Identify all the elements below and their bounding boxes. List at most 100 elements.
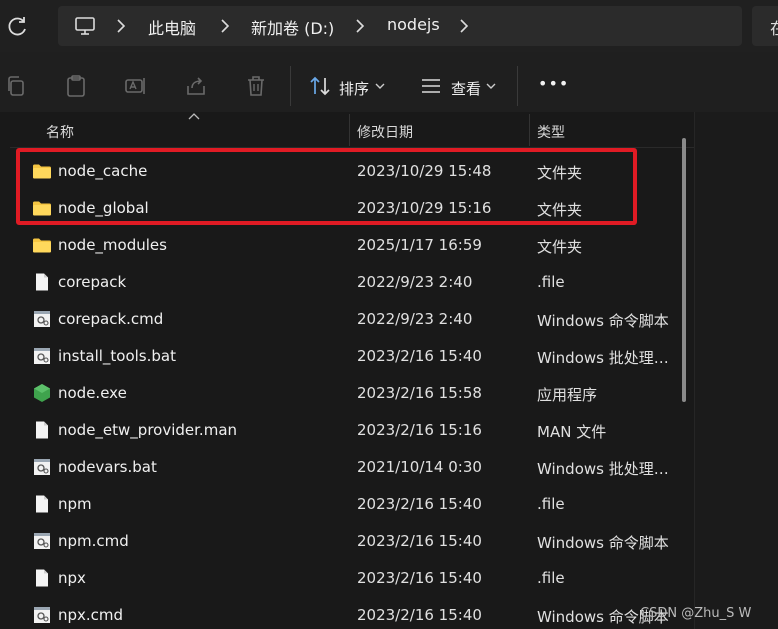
share-icon[interactable] bbox=[184, 74, 208, 98]
column-header-type[interactable]: 类型 bbox=[537, 122, 565, 142]
watermark: CSDN @Zhu_S W bbox=[640, 606, 752, 621]
file-name: nodevars.bat bbox=[58, 458, 157, 476]
command-toolbar: 排序 查看 ••• bbox=[0, 52, 778, 112]
chevron-down-icon[interactable] bbox=[375, 82, 385, 90]
paste-icon[interactable] bbox=[64, 74, 88, 98]
file-row[interactable]: node_etw_provider.man 2023/2/16 15:16 MAN … bbox=[10, 412, 694, 449]
file-row[interactable]: npx.cmd 2023/2/16 15:40 Windows 命令脚本 bbox=[10, 597, 694, 629]
file-modified-date: 2023/10/29 15:16 bbox=[357, 199, 492, 217]
toolbar-divider bbox=[290, 66, 291, 106]
file-type: 文件夹 bbox=[537, 164, 583, 182]
file-type: MAN 文件 bbox=[537, 423, 607, 441]
scrollbar-thumb[interactable] bbox=[682, 138, 686, 402]
file-modified-date: 2023/2/16 15:16 bbox=[357, 421, 482, 439]
file-name: node_global bbox=[58, 199, 149, 217]
file-modified-date: 2023/2/16 15:40 bbox=[357, 606, 482, 624]
file-name: npx bbox=[58, 569, 86, 587]
chevron-right-icon[interactable] bbox=[459, 19, 469, 33]
file-name: corepack.cmd bbox=[58, 310, 164, 328]
column-header-date[interactable]: 修改日期 bbox=[357, 122, 413, 142]
file-modified-date: 2023/2/16 15:40 bbox=[357, 532, 482, 550]
sort-button[interactable]: 排序 bbox=[339, 78, 369, 99]
vertical-scrollbar[interactable] bbox=[680, 138, 688, 622]
file-row[interactable]: node_modules 2025/1/17 16:59 文件夹 bbox=[10, 227, 694, 264]
file-modified-date: 2023/2/16 15:40 bbox=[357, 347, 482, 365]
more-options-button[interactable]: ••• bbox=[538, 74, 569, 93]
file-type: .file bbox=[537, 569, 565, 587]
sort-icon[interactable] bbox=[308, 74, 332, 98]
chevron-down-icon[interactable] bbox=[486, 82, 496, 90]
file-modified-date: 2023/2/16 15:40 bbox=[357, 569, 482, 587]
file-icon bbox=[32, 495, 52, 513]
column-header-row: 名称 修改日期 类型 bbox=[10, 112, 694, 148]
file-icon bbox=[32, 421, 52, 439]
file-row[interactable]: npx 2023/2/16 15:40 .file bbox=[10, 560, 694, 597]
toolbar-divider bbox=[517, 66, 518, 106]
file-row[interactable]: node.exe 2023/2/16 15:58 应用程序 bbox=[10, 375, 694, 412]
search-box[interactable]: 在 bbox=[752, 6, 778, 46]
file-name: install_tools.bat bbox=[58, 347, 176, 365]
view-button[interactable]: 查看 bbox=[451, 78, 481, 99]
column-divider[interactable] bbox=[349, 114, 350, 146]
node-exe-icon bbox=[32, 384, 52, 402]
file-name: node_cache bbox=[58, 162, 148, 180]
file-modified-date: 2022/9/23 2:40 bbox=[357, 273, 473, 291]
script-file-icon bbox=[32, 310, 52, 328]
file-row[interactable]: npm 2023/2/16 15:40 .file bbox=[10, 486, 694, 523]
file-modified-date: 2025/1/17 16:59 bbox=[357, 236, 482, 254]
file-name: npx.cmd bbox=[58, 606, 124, 624]
file-type: .file bbox=[537, 495, 565, 513]
file-list: 名称 修改日期 类型 node_cache 2023/10/29 15:48 文件夹… bbox=[10, 112, 694, 629]
chevron-right-icon bbox=[356, 19, 365, 33]
script-file-icon bbox=[32, 606, 52, 624]
file-type: .file bbox=[537, 273, 565, 291]
file-row[interactable]: nodevars.bat 2021/10/14 0:30 Windows 批处理… bbox=[10, 449, 694, 486]
file-name: node.exe bbox=[58, 384, 127, 402]
folder-icon bbox=[32, 199, 52, 217]
file-name: npm bbox=[58, 495, 92, 513]
this-pc-icon[interactable] bbox=[74, 16, 96, 36]
file-icon bbox=[32, 569, 52, 587]
copy-icon[interactable] bbox=[4, 74, 28, 98]
file-row[interactable]: node_global 2023/10/29 15:16 文件夹 bbox=[10, 190, 694, 227]
file-name: node_etw_provider.man bbox=[58, 421, 238, 439]
refresh-icon[interactable] bbox=[6, 14, 30, 38]
file-row[interactable]: corepack 2022/9/23 2:40 .file bbox=[10, 264, 694, 301]
file-row[interactable]: install_tools.bat 2023/2/16 15:40 Windows … bbox=[10, 338, 694, 375]
column-divider[interactable] bbox=[529, 114, 530, 146]
delete-icon[interactable] bbox=[244, 74, 268, 98]
file-row[interactable]: npm.cmd 2023/2/16 15:40 Windows 命令脚本 bbox=[10, 523, 694, 560]
file-modified-date: 2023/2/16 15:58 bbox=[357, 384, 482, 402]
file-icon bbox=[32, 273, 52, 291]
folder-icon bbox=[32, 236, 52, 254]
file-modified-date: 2021/10/14 0:30 bbox=[357, 458, 482, 476]
rename-icon[interactable] bbox=[124, 74, 148, 98]
breadcrumb-drive-d[interactable]: 新加卷 (D:) bbox=[251, 15, 334, 39]
script-file-icon bbox=[32, 532, 52, 550]
file-type: Windows 批处理… bbox=[537, 460, 669, 478]
address-bar[interactable]: 此电脑 新加卷 (D:) nodejs bbox=[58, 6, 742, 46]
chevron-right-icon bbox=[221, 19, 230, 33]
breadcrumb-nodejs[interactable]: nodejs bbox=[387, 15, 440, 34]
left-pane-edge bbox=[0, 112, 10, 629]
file-row[interactable]: corepack.cmd 2022/9/23 2:40 Windows 命令脚本 bbox=[10, 301, 694, 338]
file-type: 文件夹 bbox=[537, 238, 583, 256]
file-type: Windows 命令脚本 bbox=[537, 534, 669, 552]
file-type: Windows 命令脚本 bbox=[537, 312, 669, 330]
address-row: 此电脑 新加卷 (D:) nodejs 在 bbox=[0, 0, 778, 52]
file-modified-date: 2022/9/23 2:40 bbox=[357, 310, 473, 328]
file-row[interactable]: node_cache 2023/10/29 15:48 文件夹 bbox=[10, 153, 694, 190]
folder-icon bbox=[32, 162, 52, 180]
file-modified-date: 2023/2/16 15:40 bbox=[357, 495, 482, 513]
sort-ascending-icon bbox=[188, 113, 200, 120]
file-name: npm.cmd bbox=[58, 532, 129, 550]
details-pane bbox=[694, 112, 778, 629]
chevron-right-icon bbox=[117, 19, 126, 33]
view-icon[interactable] bbox=[419, 74, 443, 98]
breadcrumb-this-pc[interactable]: 此电脑 bbox=[148, 15, 196, 39]
column-header-name[interactable]: 名称 bbox=[46, 122, 74, 142]
file-type: 应用程序 bbox=[537, 386, 598, 404]
file-name: corepack bbox=[58, 273, 127, 291]
script-file-icon bbox=[32, 347, 52, 365]
file-modified-date: 2023/10/29 15:48 bbox=[357, 162, 492, 180]
